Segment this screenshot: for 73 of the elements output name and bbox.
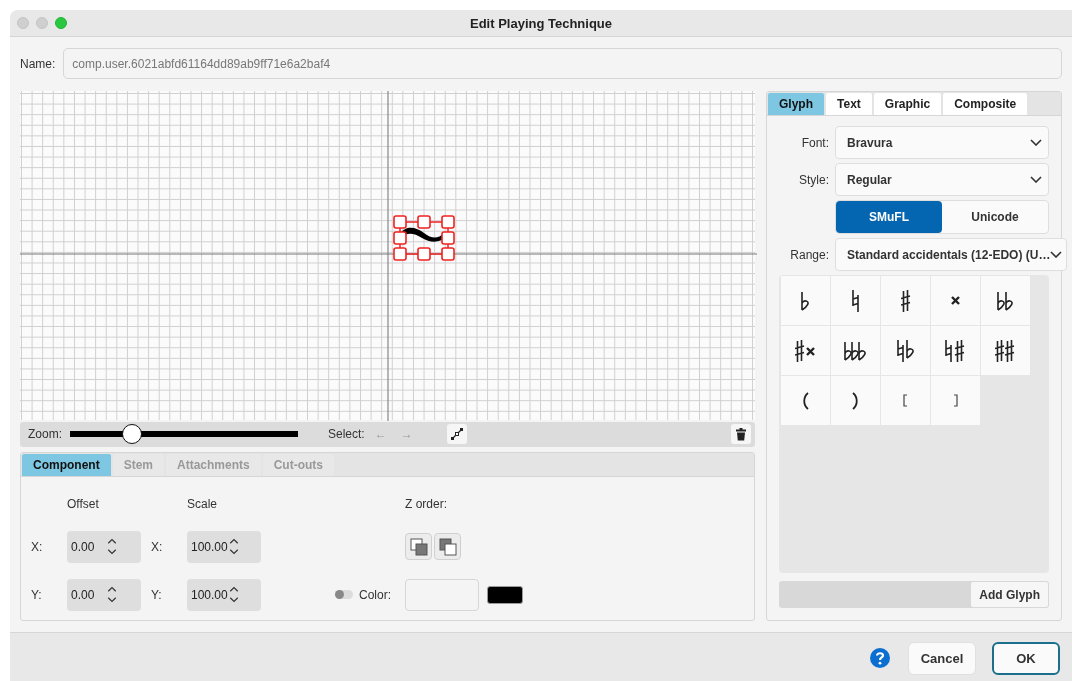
component-tab[interactable]: Component [22,453,111,476]
glyph-tile[interactable] [781,276,830,325]
glyph-tile[interactable] [831,326,880,375]
add-glyph-button[interactable]: Add Glyph [971,582,1048,607]
glyph-tile[interactable] [781,326,830,375]
font-dropdown[interactable]: Bravura [835,126,1049,159]
glyph-tile[interactable] [931,326,980,375]
range-label: Range: [789,247,829,262]
glyph-tile[interactable] [781,376,830,425]
offset-heading: Offset [67,496,100,511]
style-label: Style: [798,172,829,187]
chevron-down-icon [1050,251,1063,258]
mode-toggle-button[interactable]: SMuFL [836,201,942,233]
accidental-icon [903,394,908,407]
font-label: Font: [800,135,829,150]
glyph-tile[interactable] [981,326,1030,375]
color-toggle[interactable] [335,590,353,600]
number-spinbox[interactable]: 100.00 [187,578,261,611]
scale-heading: Scale [187,496,219,511]
accidental-icon [852,391,859,410]
number-spinbox[interactable]: 100.00 [187,530,261,563]
glyph-tile[interactable] [831,276,880,325]
accidental-icon [995,338,1016,363]
node-edit-button[interactable] [446,424,467,445]
glyph-panel-tab[interactable]: Composite [943,93,1028,115]
select-label: Select: [328,427,365,442]
selection-handles[interactable] [393,215,455,261]
glyph-tile[interactable] [881,276,930,325]
window-title: Edit Playing Technique [469,15,613,31]
cancel-button[interactable]: Cancel [908,641,976,675]
accidental-icon [802,391,809,410]
trash-icon [735,427,747,441]
z-order-label: Z order: [405,496,448,511]
axis-label: Y: [151,587,163,602]
accidental-icon [851,288,860,313]
accidental-icon [896,338,915,363]
accidental-icon [996,290,1015,311]
zoom-label: Zoom: [28,427,62,442]
glyph-tile[interactable] [881,326,930,375]
glyph-panel-tab[interactable]: Graphic [873,93,942,115]
accidental-icon [795,338,816,363]
glyph-panel-tab[interactable]: Text [826,93,872,115]
color-label: Color: [359,587,391,602]
axis-label: X: [31,539,44,554]
accidental-icon [844,340,867,361]
glyph-tile[interactable] [931,376,980,425]
chevron-down-icon [1030,139,1042,146]
accidental-icon [953,394,958,407]
glyph-tile[interactable] [831,376,880,425]
number-spinbox[interactable]: 0.00 [67,530,141,563]
help-icon[interactable] [870,648,890,668]
axis-label: Y: [31,587,43,602]
accidental-icon [801,290,810,311]
color-field[interactable] [405,578,479,611]
number-spinbox[interactable]: 0.00 [67,578,141,611]
delete-button[interactable] [731,424,751,445]
accidental-icon [951,296,960,305]
name-label: Name: [20,56,56,71]
glyph-tile[interactable] [931,276,980,325]
color-swatch[interactable] [487,585,523,604]
mode-toggle-button[interactable]: Unicode [942,201,1048,233]
glyph-tile[interactable] [881,376,930,425]
send-backward-button[interactable] [434,533,461,561]
axis-label: X: [151,539,164,554]
glyph-tile[interactable] [981,276,1030,325]
style-dropdown[interactable]: Regular [835,163,1049,196]
glyph-panel-tab[interactable]: Glyph [768,93,824,115]
range-dropdown[interactable]: Standard accidentals (12-EDO) (U… [835,238,1068,271]
chevron-down-icon [1030,176,1042,183]
bring-forward-button[interactable] [405,533,432,561]
ok-button[interactable]: OK [992,641,1060,675]
accidental-icon [900,288,911,313]
accidental-icon [945,338,966,363]
